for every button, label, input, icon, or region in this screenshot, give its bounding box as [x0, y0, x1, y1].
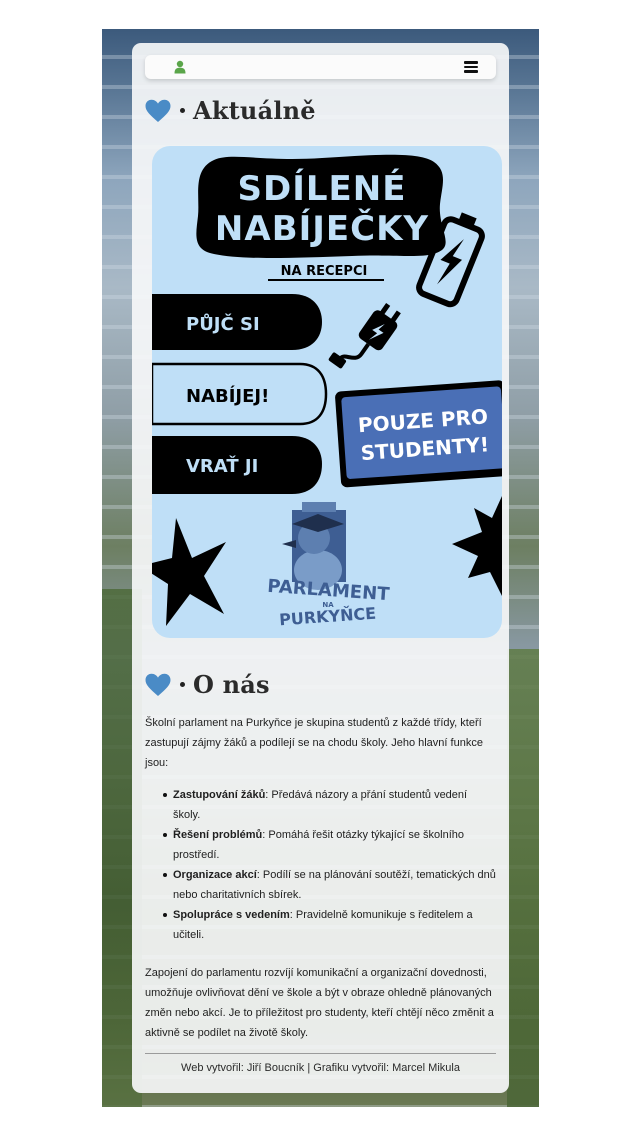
poster-title-line1: SDÍLENÉ: [238, 168, 407, 209]
charger-plug-icon: [328, 302, 401, 369]
about-text: Školní parlament na Purkyňce je skupina …: [145, 713, 497, 1053]
parliament-logo: PARLAMENT NA PURKYŇCE: [267, 502, 391, 629]
students-only-badge: POUZE PRO STUDENTY!: [335, 380, 502, 488]
poster-step2-label: NABÍJEJ!: [186, 385, 269, 407]
poster-title-line2: NABÍJEČKY: [215, 208, 429, 249]
poster-burst-right: [452, 496, 502, 596]
heart-icon: [145, 673, 171, 696]
footer-credits: Web vytvořil: Jiří Boucník | Grafiku vyt…: [181, 1062, 460, 1074]
about-function-list: Zastupování žáků: Předává názory a přání…: [163, 785, 497, 945]
poster-step1-label: PŮJČ SI: [186, 312, 260, 335]
section-header-aktualne: Aktuálně: [145, 96, 316, 125]
section-title-aktualne: Aktuálně: [193, 96, 316, 125]
heart-icon: [145, 99, 171, 122]
logo-line2: PURKYŇCE: [279, 604, 377, 630]
footer-divider: [145, 1053, 496, 1054]
section-header-onas: O nás: [145, 670, 270, 699]
poster-subtitle: NA RECEPCI: [281, 264, 368, 279]
user-icon[interactable]: [173, 60, 187, 74]
list-item: Řešení problémů: Pomáhá řešit otázky týk…: [163, 825, 497, 865]
poster-step3-label: VRAŤ JI: [186, 455, 258, 477]
background-tree-right: [507, 649, 539, 1107]
bullet-dot: [180, 682, 185, 687]
list-item: Zastupování žáků: Předává názory a přání…: [163, 785, 497, 825]
about-outro: Zapojení do parlamentu rozvíjí komunikač…: [145, 967, 494, 1039]
main-card: Aktuálně SDÍLENÉ NABÍJEČKY NA RECEPCI PŮ…: [132, 43, 509, 1093]
navbar: [145, 55, 496, 79]
list-item: Organizace akcí: Podílí se na plánování …: [163, 865, 497, 905]
poster-subtitle-underline: [268, 279, 384, 281]
section-title-onas: O nás: [193, 670, 270, 699]
list-item: Spolupráce s vedením: Pravidelně komunik…: [163, 905, 497, 945]
about-intro: Školní parlament na Purkyňce je skupina …: [145, 717, 483, 769]
poster-star-left: [152, 518, 226, 626]
poster-image: SDÍLENÉ NABÍJEČKY NA RECEPCI PŮJČ SI NAB…: [152, 146, 502, 638]
hamburger-menu-icon[interactable]: [464, 61, 478, 73]
bullet-dot: [180, 108, 185, 113]
